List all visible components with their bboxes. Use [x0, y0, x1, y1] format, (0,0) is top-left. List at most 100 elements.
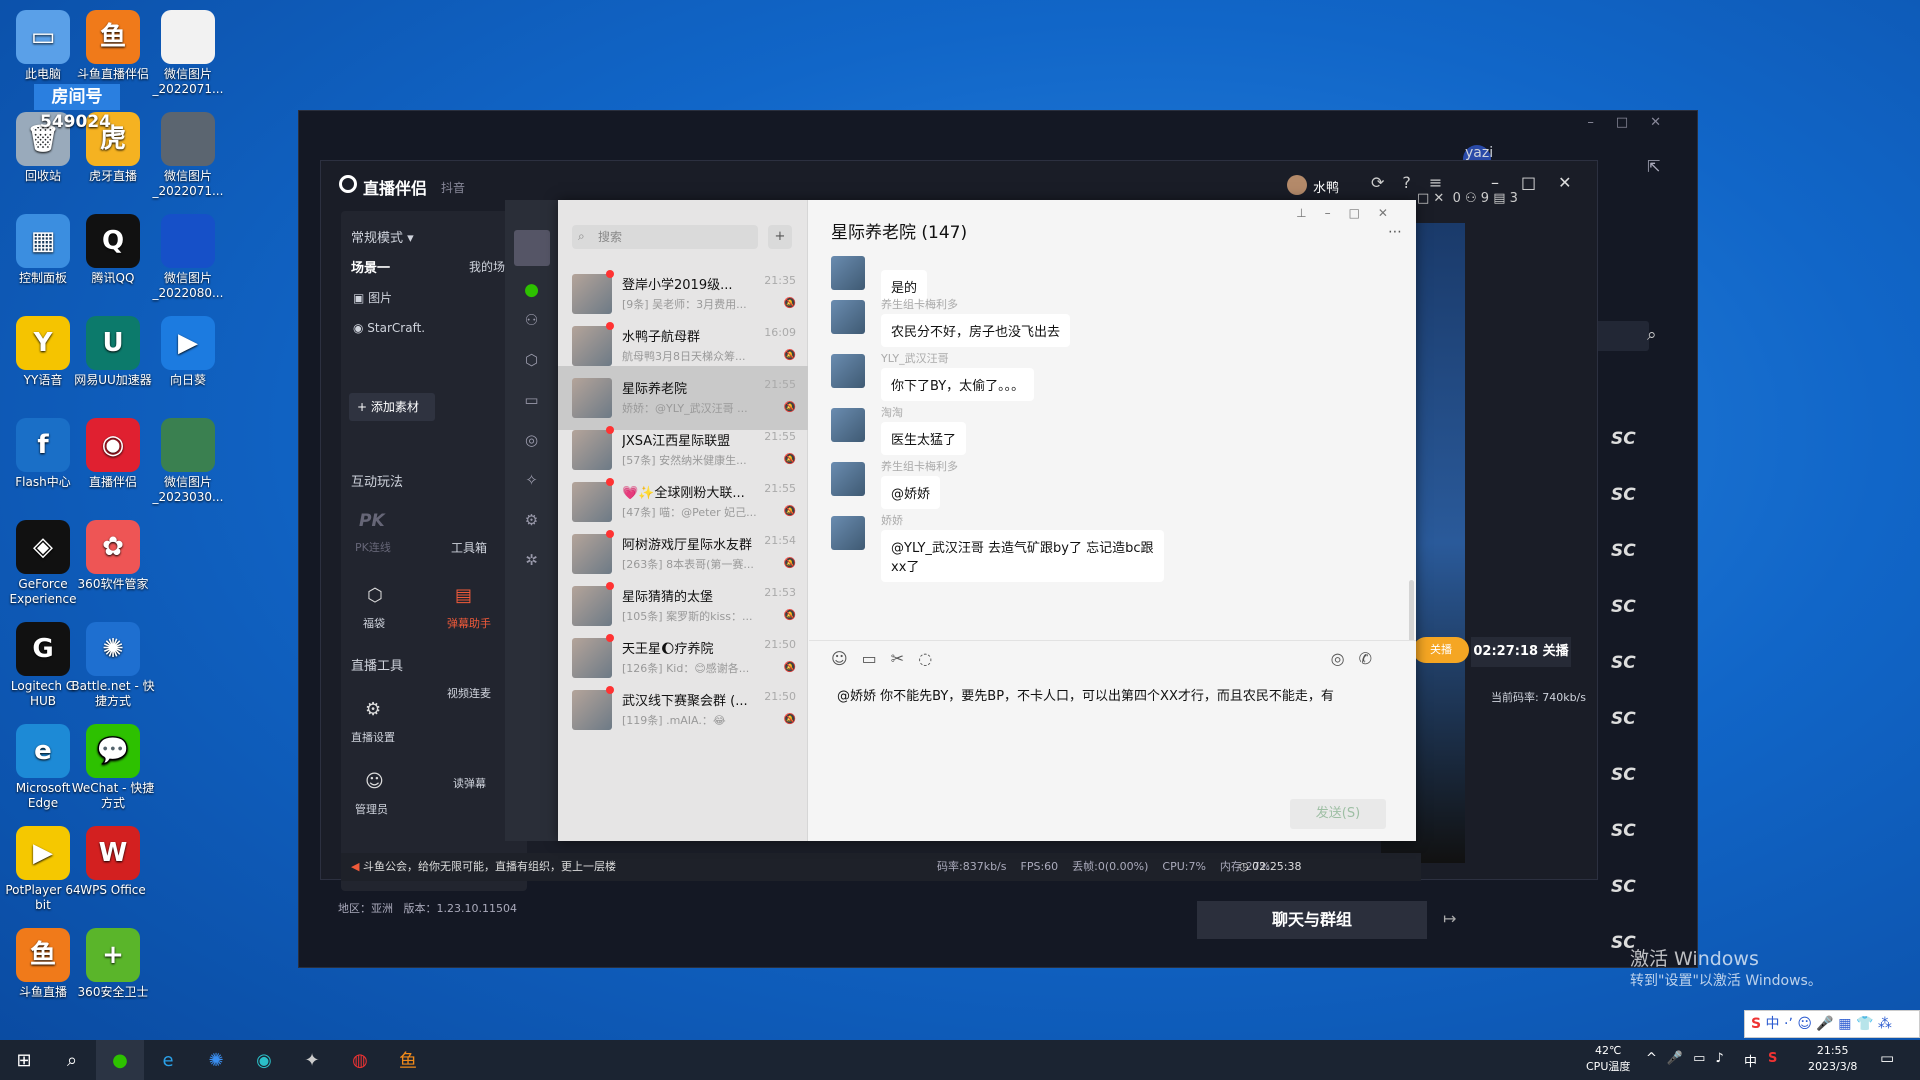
region: 地区：亚洲 版本：1.23.10.11504: [338, 902, 517, 915]
desktop-icon[interactable]: 💬 WeChat - 快捷方式: [70, 724, 156, 811]
message-bubble[interactable]: 农民分不好，房子也没飞出去: [881, 314, 1071, 347]
desktop-icon[interactable]: ◉ 直播伴侣: [70, 418, 156, 490]
desktop-icon[interactable]: U 网易UU加速器: [70, 316, 156, 388]
edge-taskbar-icon[interactable]: e: [144, 1040, 192, 1080]
clock[interactable]: 21:55 2023/3/8: [1808, 1043, 1857, 1075]
chat-groups-button[interactable]: 聊天与群组: [1197, 901, 1427, 939]
add-source-button[interactable]: + 添加素材: [349, 393, 435, 421]
popout-icon[interactable]: ⇱: [1647, 157, 1660, 176]
desktop-icon[interactable]: 微信图片_2022080...: [145, 214, 231, 301]
send-button[interactable]: 发送(S): [1290, 799, 1386, 829]
message-input[interactable]: @娇娇 你不能先BY，要先BP，不卡人口，可以出第四个XX才行，而且农民不能走，…: [837, 685, 1334, 704]
fudai-label[interactable]: 福袋: [363, 615, 385, 631]
add-button[interactable]: +: [768, 225, 792, 249]
video-link-label[interactable]: 视频连麦: [447, 685, 491, 701]
search-input[interactable]: 搜索: [572, 225, 758, 249]
douyu-taskbar-icon[interactable]: 鱼: [384, 1040, 432, 1080]
conversation-name: 星际猜猜的太堡: [622, 590, 714, 605]
conversation-preview: [9条] 吴老师：3月费用...: [622, 298, 747, 311]
input-toolbar[interactable]: ☺▭✂◌: [831, 649, 946, 668]
mode-select[interactable]: 常规模式 ▾: [351, 227, 414, 246]
window-controls[interactable]: –□✕: [1491, 173, 1594, 192]
app-icon: U: [86, 316, 140, 370]
app-icon: ◉: [86, 418, 140, 472]
avatar[interactable]: [831, 354, 865, 388]
admin-icon: ☺: [365, 771, 384, 792]
app-icon: [161, 214, 215, 268]
source-image[interactable]: ▣ 图片: [353, 289, 392, 306]
live-timer: 02:27:18 关播: [1471, 637, 1571, 667]
avatar[interactable]: [831, 462, 865, 496]
desktop-icon[interactable]: 微信图片_2023030...: [145, 418, 231, 505]
avatar[interactable]: [831, 516, 865, 550]
battlenet-taskbar-icon[interactable]: ✺: [192, 1040, 240, 1080]
uu-taskbar-icon[interactable]: ◉: [240, 1040, 288, 1080]
desktop-icon-label: Battle.net - 快捷方式: [71, 679, 155, 708]
desktop-icon[interactable]: ▶ 向日葵: [145, 316, 231, 388]
search-icon[interactable]: ⌕: [48, 1040, 96, 1080]
desktop-icon[interactable]: ✺ Battle.net - 快捷方式: [70, 622, 156, 709]
start-icon[interactable]: ⊞: [0, 1040, 48, 1080]
search-icon[interactable]: ⌕: [1647, 325, 1657, 345]
sogou-icon[interactable]: S: [1768, 1051, 1777, 1066]
call-icons[interactable]: ◎✆: [1331, 649, 1386, 668]
tray-icons[interactable]: ^🎤▭♪: [1646, 1051, 1734, 1066]
mute-icon: 🔕: [783, 558, 796, 569]
desktop-icon[interactable]: +360安全卫士: [70, 928, 156, 1000]
more-icon[interactable]: ⋯: [1388, 224, 1402, 240]
source-game[interactable]: ◉ StarCraft.: [353, 321, 425, 335]
group-avatar: [572, 482, 612, 522]
live-settings-label[interactable]: 直播设置: [351, 729, 395, 745]
collapse-icon[interactable]: ↦: [1443, 909, 1456, 928]
message-bubble[interactable]: 你下了BY，太偷了。。。: [881, 368, 1035, 401]
conversation-time: 16:09: [764, 326, 796, 339]
message-bubble[interactable]: @娇娇: [881, 476, 941, 509]
mute-icon: 🔕: [783, 662, 796, 673]
avatar[interactable]: [831, 256, 865, 290]
user-name: 水鸭: [1313, 181, 1340, 196]
desktop-icon[interactable]: ✿ 360软件管家: [70, 520, 156, 592]
ime-toolbar[interactable]: S 中 ·ʼ ☺ 🎤 ▦ 👕 ⁂: [1744, 1010, 1920, 1038]
window-controls[interactable]: –□✕: [1587, 115, 1683, 130]
conversation-preview: [119条] .mAIA.：😂: [622, 714, 726, 727]
app-icon: f: [16, 418, 70, 472]
conversation-time: 21:55: [764, 482, 796, 495]
desktop-icon[interactable]: 微信图片_2022071...: [145, 10, 231, 97]
message-bubble[interactable]: @YLY_武汉汪哥 去造气矿跟by了 忘记造bc跟 xx了: [881, 530, 1164, 582]
scene-tab[interactable]: 场景一: [351, 257, 390, 276]
read-danmu-label[interactable]: 读弹幕: [453, 775, 486, 791]
desktop-icon-label: 微信图片_2022071...: [152, 169, 224, 198]
avatar[interactable]: [831, 300, 865, 334]
avatar[interactable]: [513, 230, 550, 266]
search-icon: ⌕: [578, 229, 585, 243]
desktop-icon[interactable]: 鱼斗鱼直播伴侣: [70, 10, 156, 82]
unread-dot: [606, 530, 614, 538]
streamer-taskbar-icon[interactable]: ◍: [336, 1040, 384, 1080]
avatar[interactable]: [831, 408, 865, 442]
desktop-icon[interactable]: 微信图片_2022071...: [145, 112, 231, 199]
close-live-button[interactable]: 关播: [1413, 637, 1469, 663]
app-icon: ✿: [86, 520, 140, 574]
toolbar-icons[interactable]: ⟳?≡: [1371, 173, 1460, 192]
message-bubble[interactable]: 医生太猛了: [881, 422, 967, 455]
app-taskbar-icon[interactable]: ✦: [288, 1040, 336, 1080]
window-controls[interactable]: ⊥–□✕: [1296, 206, 1406, 220]
nav-icons[interactable]: ⚇ ⬡ ▭ ◎ ✧ ⚙ ✲: [505, 300, 558, 580]
wechat-taskbar-icon[interactable]: ●: [96, 1040, 144, 1080]
toolbox-label[interactable]: 工具箱: [451, 539, 487, 556]
app-icon: ▶: [16, 826, 70, 880]
desktop-icon[interactable]: W WPS Office: [70, 826, 156, 898]
chat-icon[interactable]: ●: [505, 280, 558, 300]
conversation-item[interactable]: 武汉线下赛聚会群 (... 21:50 [119条] .mAIA.：😂 🔕: [558, 678, 808, 742]
notification-icon[interactable]: ▭: [1880, 1049, 1894, 1067]
danmu-helper-label[interactable]: 弹幕助手: [447, 615, 491, 631]
desktop-icon[interactable]: Q 腾讯QQ: [70, 214, 156, 286]
desktop-icon-label: 微信图片_2022071...: [152, 67, 224, 96]
ime-indicator[interactable]: 中: [1744, 1051, 1757, 1070]
admin-label[interactable]: 管理员: [355, 801, 388, 817]
conversation-time: 21:53: [764, 586, 796, 599]
live-tools-heading: 直播工具: [351, 659, 404, 674]
pk-label[interactable]: PK连线: [355, 539, 391, 555]
my-scene[interactable]: 我的场: [469, 258, 505, 275]
avatar[interactable]: [1287, 175, 1307, 195]
